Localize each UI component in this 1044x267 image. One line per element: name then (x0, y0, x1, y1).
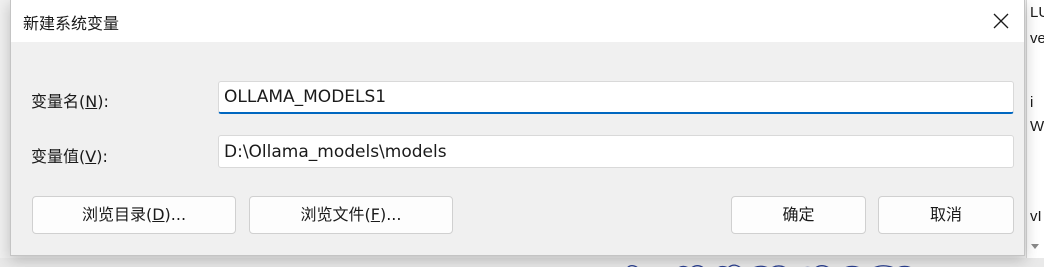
new-system-variable-dialog: 新建系统变量 变量名(N): 变量值(V): 浏览目录(D)... 浏览文件(F… (10, 0, 1025, 256)
variable-name-input[interactable] (218, 81, 1014, 114)
variable-name-label-text: 变量名( (31, 92, 86, 111)
browse-file-accesskey: F (370, 205, 380, 224)
background-window-edge: LU ve i W vI (1026, 0, 1044, 267)
background-text-fragment: W (1030, 118, 1044, 135)
browse-file-label-suffix: )... (379, 205, 402, 224)
background-text-fragment: i (1030, 94, 1034, 111)
background-text-fragment: LU (1030, 4, 1044, 21)
scroll-down-arrow-icon[interactable] (1031, 244, 1039, 249)
background-text-fragment: ve (1030, 30, 1044, 47)
dialog-title: 新建系统变量 (23, 14, 120, 33)
variable-value-label-text: 变量值( (31, 147, 86, 166)
ok-button[interactable]: 确定 (731, 196, 866, 234)
variable-name-accesskey: N (85, 92, 98, 111)
browse-file-label: 浏览文件( (300, 205, 371, 224)
variable-name-label-suffix: ): (97, 92, 109, 111)
variable-name-label: 变量名(N): (31, 88, 109, 112)
background-image-fragment (620, 256, 930, 267)
variable-value-input[interactable] (218, 135, 1014, 168)
browse-directory-accesskey: D (152, 205, 165, 224)
background-text-fragment: vI (1030, 208, 1042, 225)
variable-value-label-suffix: ): (96, 147, 108, 166)
browse-directory-label-suffix: )... (164, 205, 187, 224)
browse-directory-button[interactable]: 浏览目录(D)... (32, 196, 236, 234)
cancel-button-label: 取消 (929, 205, 962, 224)
variable-value-accesskey: V (85, 147, 97, 166)
ok-button-label: 确定 (782, 205, 815, 224)
browse-directory-label: 浏览目录( (81, 205, 153, 224)
close-icon (993, 13, 1009, 29)
dialog-titlebar: 新建系统变量 (11, 0, 1024, 42)
browse-file-button[interactable]: 浏览文件(F)... (249, 196, 453, 234)
close-button[interactable] (978, 0, 1024, 42)
variable-value-label: 变量值(V): (31, 143, 108, 167)
cancel-button[interactable]: 取消 (878, 196, 1014, 234)
